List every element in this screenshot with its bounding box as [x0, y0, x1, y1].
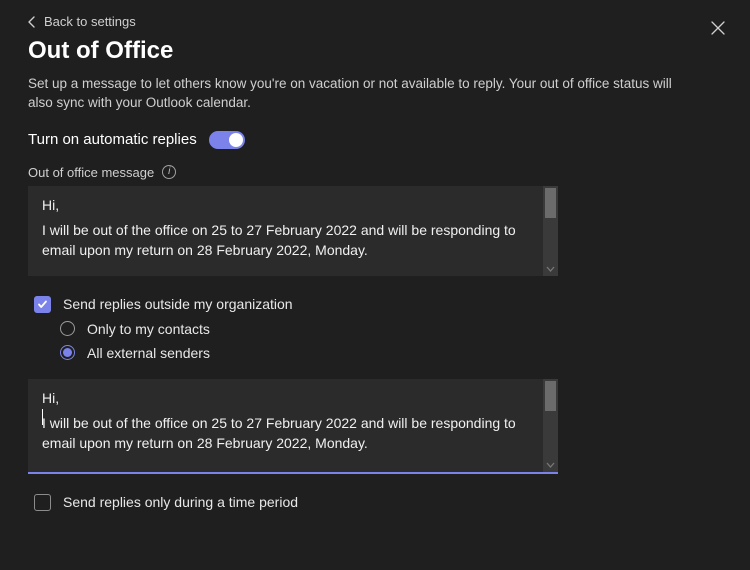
external-message-line2: I will be out of the office on 25 to 27 … [42, 414, 534, 453]
scrollbar-thumb[interactable] [545, 188, 556, 218]
automatic-replies-toggle[interactable] [209, 131, 245, 149]
only-my-contacts-radio[interactable] [60, 321, 75, 336]
scrollbar-thumb-2[interactable] [545, 381, 556, 411]
all-external-senders-radio[interactable] [60, 345, 75, 360]
time-period-label: Send replies only during a time period [63, 494, 298, 510]
info-icon[interactable]: i [162, 165, 176, 179]
send-outside-org-checkbox[interactable] [34, 296, 51, 313]
ooo-message-line1: Hi, [42, 196, 534, 216]
toggle-knob [229, 133, 243, 147]
scrollbar-track-2[interactable] [543, 379, 558, 472]
scroll-down-icon-2[interactable] [546, 460, 555, 469]
back-link-label: Back to settings [44, 14, 136, 29]
time-period-checkbox[interactable] [34, 494, 51, 511]
scroll-down-icon[interactable] [546, 264, 555, 273]
send-outside-org-label: Send replies outside my organization [63, 296, 293, 312]
scrollbar-track[interactable] [543, 186, 558, 276]
external-message-line1: Hi, [42, 389, 534, 409]
page-description: Set up a message to let others know you'… [28, 75, 688, 113]
ooo-message-textarea[interactable]: Hi, I will be out of the office on 25 to… [28, 186, 558, 276]
external-message-textarea[interactable]: Hi, I will be out of the office on 25 to… [28, 379, 558, 474]
page-title: Out of Office [28, 37, 722, 65]
only-my-contacts-label: Only to my contacts [87, 321, 210, 337]
text-cursor [42, 409, 43, 425]
close-icon [711, 21, 725, 35]
ooo-message-line2: I will be out of the office on 25 to 27 … [42, 221, 534, 260]
close-button[interactable] [706, 16, 730, 40]
back-to-settings-link[interactable]: Back to settings [28, 14, 136, 29]
automatic-replies-toggle-label: Turn on automatic replies [28, 131, 197, 148]
chevron-left-icon [28, 16, 36, 28]
ooo-message-label: Out of office message [28, 165, 154, 180]
all-external-senders-label: All external senders [87, 345, 210, 361]
